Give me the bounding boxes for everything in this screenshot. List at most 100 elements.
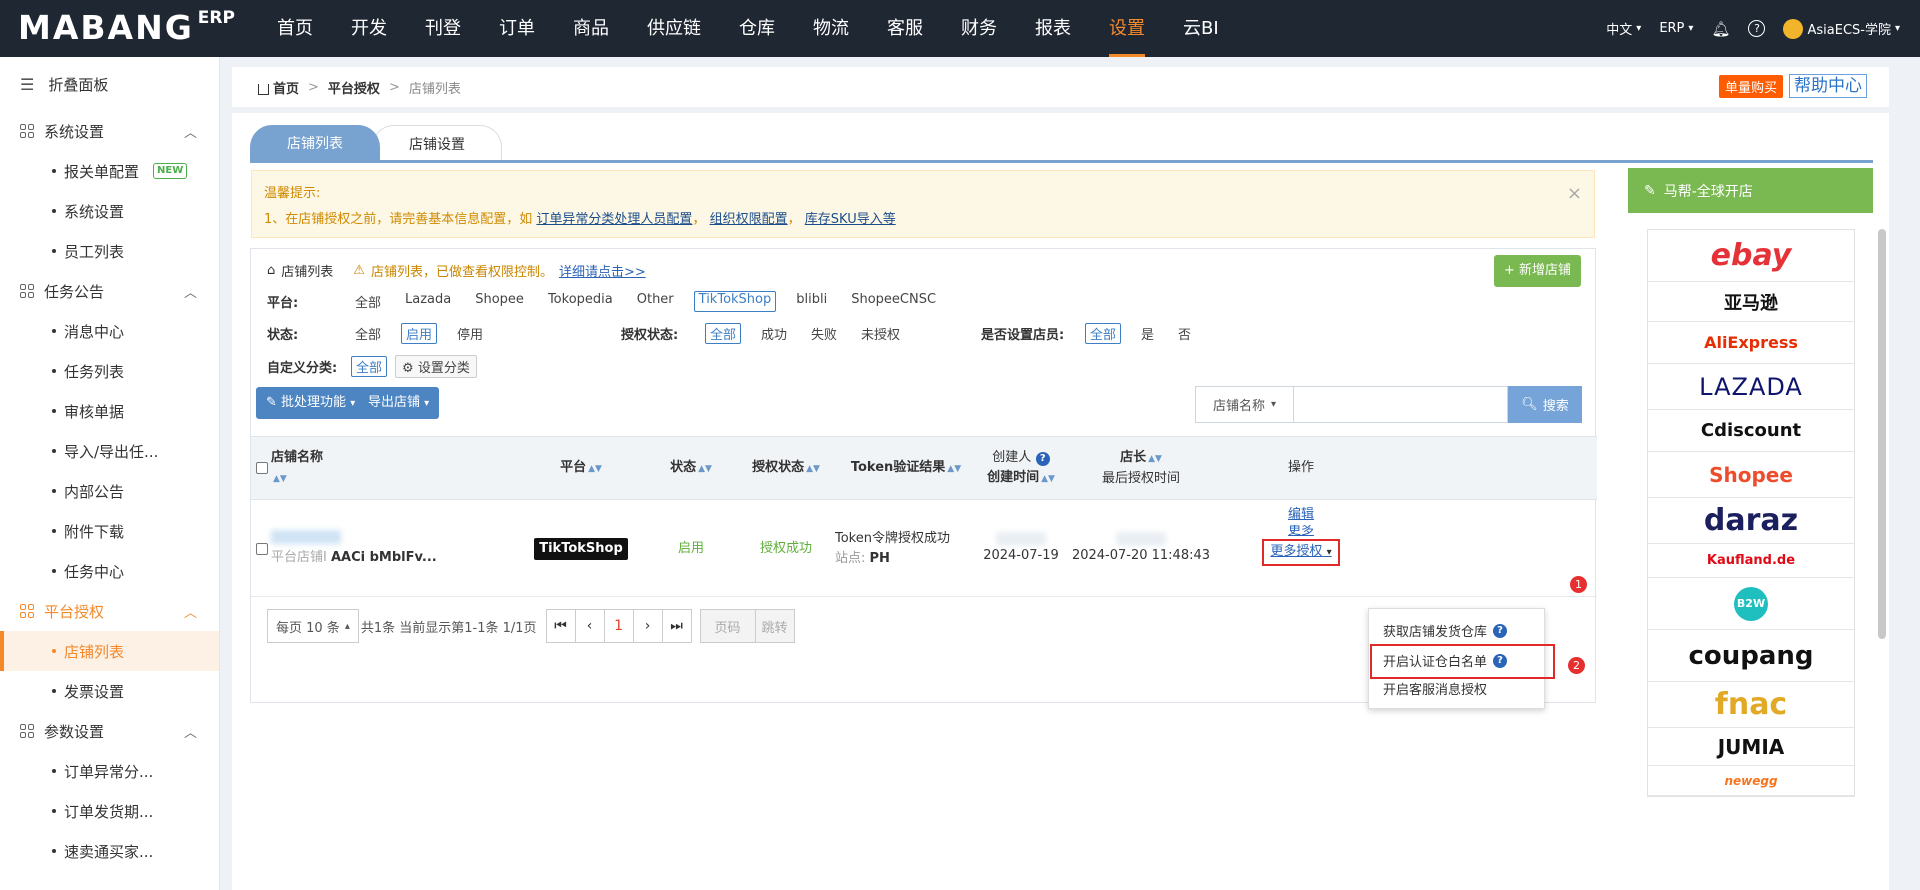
platform-opts-2[interactable]: Shopee	[471, 291, 528, 312]
prev-page-icon[interactable]: ‹	[574, 609, 605, 643]
add-store-button[interactable]: + 新增店铺	[1493, 255, 1581, 287]
current-page[interactable]: 1	[603, 609, 634, 643]
col-token[interactable]: Token验证结果 ▲▼	[831, 437, 981, 499]
mgr-opts-2[interactable]: 否	[1174, 323, 1195, 344]
tab-store-list[interactable]: 店铺列表	[250, 125, 380, 161]
nav-item-3[interactable]: 订单	[480, 0, 554, 57]
help-center-button[interactable]: 帮助中心	[1789, 74, 1867, 98]
nav-item-10[interactable]: 报表	[1016, 0, 1090, 57]
col-status[interactable]: 状态 ▲▼	[641, 437, 741, 499]
permission-detail-link[interactable]: 详细请点击>>	[559, 261, 646, 280]
sidebar-item-1-5[interactable]: 附件下载	[0, 511, 219, 551]
col-platform[interactable]: 平台 ▲▼	[511, 437, 651, 499]
sidebar-item-0-1[interactable]: 系统设置	[0, 191, 219, 231]
platform-opts-0[interactable]: 全部	[351, 291, 385, 312]
nav-item-4[interactable]: 商品	[554, 0, 628, 57]
first-page-icon[interactable]: ⏮︎	[545, 609, 576, 643]
sidebar-item-3-0[interactable]: 订单异常分...	[0, 751, 219, 791]
notice-link-org-permission[interactable]: 组织权限配置	[710, 212, 788, 227]
sidebar-group-1[interactable]: 任务公告 ︿	[0, 271, 219, 311]
sidebar-item-2-0[interactable]: 店铺列表	[0, 631, 219, 671]
sidebar-group-2[interactable]: 平台授权 ︿	[0, 591, 219, 631]
sidebar-item-3-1[interactable]: 订单发货期...	[0, 791, 219, 831]
platform-opts-6[interactable]: blibli	[792, 291, 831, 312]
search-field-select[interactable]: 店铺名称 ▾	[1196, 387, 1294, 422]
platform-logo-0[interactable]: ebay	[1648, 230, 1854, 282]
user-menu[interactable]: AsiaECS-学院 ▾	[1783, 18, 1900, 39]
sidebar-item-2-1[interactable]: 发票设置	[0, 671, 219, 711]
nav-item-7[interactable]: 物流	[794, 0, 868, 57]
platform-logo-2[interactable]: AliExpress	[1648, 322, 1854, 364]
col-manager[interactable]: 店长 ▲▼ 最后授权时间	[1071, 437, 1211, 499]
nav-item-0[interactable]: 首页	[258, 0, 332, 57]
buy-quota-button[interactable]: 单量购买	[1718, 74, 1783, 98]
sort-icon[interactable]: ▲▼	[1041, 474, 1055, 484]
page-size-select[interactable]: 每页 10 条 ▴	[267, 609, 359, 643]
nav-item-5[interactable]: 供应链	[628, 0, 720, 57]
auth-opts-3[interactable]: 未授权	[857, 323, 904, 344]
sidebar-group-0[interactable]: 系统设置 ︿	[0, 111, 219, 151]
platform-logo-10[interactable]: fnac	[1648, 682, 1854, 728]
col-creator[interactable]: 创建人 ? 创建时间 ▲▼	[971, 437, 1071, 499]
sort-icon[interactable]: ▲▼	[698, 464, 712, 474]
set-category-button[interactable]: ⚙ 设置分类	[395, 355, 477, 378]
sidebar-item-1-1[interactable]: 任务列表	[0, 351, 219, 391]
sidebar-item-3-2[interactable]: 速卖通买家...	[0, 831, 219, 871]
sidebar-item-1-0[interactable]: 消息中心	[0, 311, 219, 351]
platform-opts-3[interactable]: Tokopedia	[544, 291, 617, 312]
platform-logo-9[interactable]: coupang	[1648, 630, 1854, 682]
notice-link-sku-import[interactable]: 库存SKU导入等	[805, 212, 896, 227]
nav-item-2[interactable]: 刊登	[406, 0, 480, 57]
col-store-name[interactable]: 店铺名称 ▲▼	[271, 437, 331, 499]
platform-logo-12[interactable]: newegg	[1648, 766, 1854, 796]
col-auth-status[interactable]: 授权状态 ▲▼	[731, 437, 841, 499]
last-page-icon[interactable]: ⏭︎	[661, 609, 692, 643]
go-page-button[interactable]: 跳转	[754, 609, 795, 643]
checkbox[interactable]	[256, 543, 268, 555]
sidebar-item-0-0[interactable]: 报关单配置 NEW	[0, 151, 219, 191]
dropdown-item-warehouse[interactable]: 获取店铺发货仓库?	[1383, 621, 1508, 640]
platform-opts-1[interactable]: Lazada	[401, 291, 455, 312]
sidebar-item-0-2[interactable]: 员工列表	[0, 231, 219, 271]
nav-item-6[interactable]: 仓库	[720, 0, 794, 57]
status-opts-2[interactable]: 停用	[453, 323, 487, 344]
platform-logo-7[interactable]: Kaufland.de	[1648, 544, 1854, 578]
sort-icon[interactable]: ▲▼	[947, 464, 961, 474]
sort-icon[interactable]: ▲▼	[273, 474, 287, 484]
platform-logo-4[interactable]: Cdiscount	[1648, 410, 1854, 452]
auth-opts-0[interactable]: 全部	[705, 323, 742, 344]
platform-opts-4[interactable]: Other	[633, 291, 678, 312]
mgr-opts-1[interactable]: 是	[1137, 323, 1158, 344]
more-link[interactable]: 更多	[1288, 525, 1314, 537]
auth-opts-1[interactable]: 成功	[757, 323, 791, 344]
checkbox[interactable]	[256, 462, 268, 474]
tab-store-settings[interactable]: 店铺设置	[372, 125, 502, 161]
help-icon[interactable]: ?	[1493, 623, 1508, 638]
platform-logo-3[interactable]: LAZADA	[1648, 364, 1854, 410]
bell-icon[interactable]: 🔔︎	[1711, 20, 1730, 38]
platform-logo-1[interactable]: 亚马逊	[1648, 282, 1854, 322]
close-icon[interactable]: ×	[1567, 181, 1582, 207]
sidebar-item-1-6[interactable]: 任务中心	[0, 551, 219, 591]
platform-logo-5[interactable]: Shopee	[1648, 452, 1854, 498]
sidebar-item-1-2[interactable]: 审核单据	[0, 391, 219, 431]
status-opts-0[interactable]: 全部	[351, 323, 385, 344]
custom-option-all[interactable]: 全部	[351, 356, 388, 377]
platform-opts-5[interactable]: TikTokShop	[693, 291, 777, 312]
mabang-logo[interactable]: MABANG ERP	[18, 8, 235, 48]
scrollbar[interactable]	[1878, 229, 1886, 639]
sidebar-item-1-3[interactable]: 导入/导出任...	[0, 431, 219, 471]
breadcrumb-home[interactable]: 首页	[258, 78, 299, 97]
status-opts-1[interactable]: 启用	[401, 323, 438, 344]
select-all-checkbox[interactable]	[253, 437, 271, 499]
erp-select[interactable]: ERP ▾	[1659, 21, 1693, 36]
platform-logo-6[interactable]: daraz	[1648, 498, 1854, 544]
auth-opts-2[interactable]: 失败	[807, 323, 841, 344]
edit-link[interactable]: 编辑	[1288, 505, 1314, 525]
export-store-button[interactable]: 导出店铺 ▾	[358, 387, 440, 419]
search-button[interactable]: 🔍︎ 搜索	[1508, 386, 1582, 423]
platform-opts-7[interactable]: ShopeeCNSC	[847, 291, 940, 312]
platform-logo-11[interactable]: JUMIA	[1648, 728, 1854, 766]
next-page-icon[interactable]: ›	[632, 609, 663, 643]
sort-icon[interactable]: ▲▼	[588, 464, 602, 474]
